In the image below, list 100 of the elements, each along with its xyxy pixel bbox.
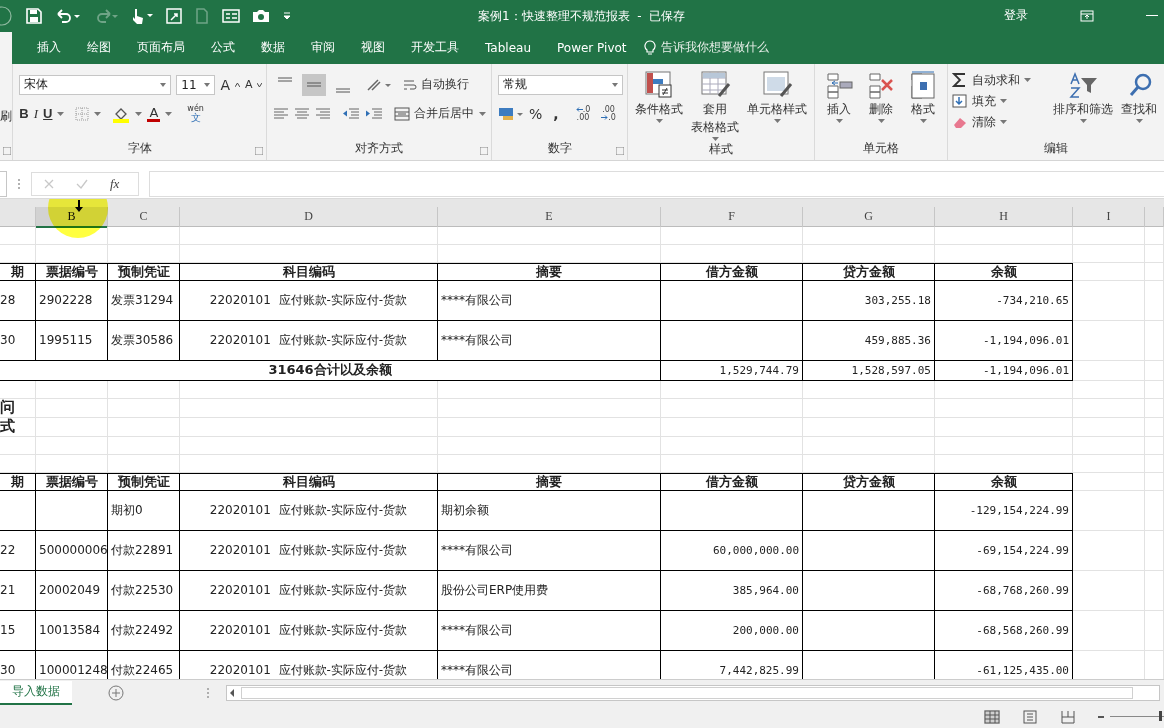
format-cells-icon: [908, 69, 938, 100]
zoom-slider[interactable]: [1098, 709, 1164, 724]
currency-format-icon[interactable]: [498, 105, 524, 122]
group-label: 对齐方式: [355, 139, 404, 157]
customize-dropdown-icon[interactable]: [282, 10, 292, 21]
editing-button[interactable]: 查找和: [1118, 69, 1160, 140]
save-icon[interactable]: [26, 7, 42, 24]
page-layout-icon[interactable]: [1022, 709, 1038, 724]
italic-button[interactable]: I: [33, 107, 39, 121]
text-orientation-icon[interactable]: [366, 77, 393, 92]
number-format-dropdown[interactable]: 常规: [498, 74, 623, 95]
formula-input[interactable]: [149, 170, 1164, 197]
form-icon[interactable]: [222, 7, 240, 24]
tell-me-search[interactable]: 告诉我你想要做什么: [643, 39, 769, 57]
cells-button[interactable]: 格式: [903, 69, 943, 140]
dropdown-arrow-icon[interactable]: [57, 111, 65, 116]
document-icon[interactable]: [194, 7, 210, 24]
table-cell: 200,000.00: [661, 610, 803, 651]
dropdown-arrow-icon: [835, 118, 843, 123]
dialog-launcher-icon[interactable]: [3, 146, 11, 155]
table-cell: ****有限公司: [438, 320, 661, 361]
camera-icon[interactable]: [252, 7, 270, 24]
decrease-font-size-button[interactable]: A: [244, 79, 253, 91]
bold-button[interactable]: B: [19, 107, 29, 121]
empty-cell: [0, 226, 36, 245]
empty-cell: [1073, 530, 1145, 571]
cursor-arrow-icon: [75, 199, 83, 212]
scroll-thumb[interactable]: [241, 686, 1133, 699]
font-name-dropdown[interactable]: 宋体: [19, 74, 172, 95]
increase-decimal-button[interactable]: .0 .00: [575, 105, 591, 122]
enter-check-icon[interactable]: [76, 178, 88, 189]
ribbon-tab[interactable]: 插入: [24, 31, 74, 64]
normal-view-icon[interactable]: [984, 709, 1000, 724]
dropdown-arrow-icon[interactable]: [135, 111, 143, 116]
page-break-preview-icon[interactable]: [1060, 709, 1076, 724]
phonetic-guide-button[interactable]: wén 文: [187, 104, 204, 123]
style-button[interactable]: 条件格式: [632, 69, 686, 141]
align-right-icon[interactable]: [315, 106, 332, 121]
ribbon-tab[interactable]: 审阅: [298, 31, 348, 64]
decrease-indent-icon[interactable]: [342, 106, 361, 121]
ribbon-tab[interactable]: Tableau: [472, 31, 544, 64]
autosave-toggle-icon[interactable]: [0, 5, 14, 26]
table-cell: -734,210.65: [935, 280, 1073, 321]
more-options-icon[interactable]: [17, 177, 21, 190]
font-color-button[interactable]: A: [147, 105, 161, 122]
format-painter-label[interactable]: 刷: [0, 107, 13, 125]
table-cell: -68,768,260.99: [935, 570, 1073, 611]
header-cell: 摘要: [438, 262, 661, 281]
ribbon-tab[interactable]: Power Pivot: [544, 31, 640, 64]
right-arrow-icon: [601, 115, 609, 121]
cells-button[interactable]: 插入: [819, 69, 859, 140]
minimize-icon[interactable]: [1146, 14, 1158, 17]
cells-button[interactable]: 删除: [861, 69, 901, 140]
ribbon-tab[interactable]: 视图: [348, 31, 398, 64]
editing-command[interactable]: 自动求和: [952, 71, 1048, 89]
align-center-icon[interactable]: [294, 106, 311, 121]
decrease-decimal-button[interactable]: .00 .0: [601, 105, 616, 122]
horizontal-scrollbar[interactable]: [226, 684, 1160, 701]
ribbon-tab[interactable]: 数据: [248, 31, 298, 64]
ribbon-display-icon[interactable]: [1080, 9, 1094, 22]
ribbon-tab[interactable]: 开发工具: [398, 31, 472, 64]
font-size-dropdown[interactable]: 11: [176, 74, 216, 95]
ribbon-tab[interactable]: 绘图: [74, 31, 124, 64]
ribbon-tab-edge[interactable]: [0, 31, 12, 64]
dropdown-arrow-icon[interactable]: [94, 111, 102, 116]
empty-cell: [1145, 280, 1164, 321]
add-sheet-icon[interactable]: [108, 684, 124, 701]
dropdown-arrow-icon[interactable]: [479, 111, 487, 116]
dialog-launcher-icon[interactable]: [480, 146, 488, 155]
comma-style-button[interactable]: ,: [547, 106, 565, 121]
empty-cell: [108, 244, 180, 263]
dialog-launcher-icon[interactable]: [616, 146, 624, 155]
underline-button[interactable]: U: [43, 107, 53, 121]
editing-command[interactable]: 填充: [952, 92, 1048, 110]
percent-button[interactable]: %: [529, 106, 543, 121]
dropdown-arrow-icon[interactable]: [165, 111, 173, 116]
style-button[interactable]: 单元格样式: [744, 69, 810, 141]
pivot-table-icon[interactable]: [166, 7, 182, 24]
ribbon-tab[interactable]: 页面布局: [124, 31, 198, 64]
increase-indent-icon[interactable]: [365, 106, 384, 121]
sheet-tab[interactable]: 导入数据: [0, 680, 72, 705]
increase-font-size-button[interactable]: A: [220, 77, 231, 92]
wrap-text-button[interactable]: 自动换行: [403, 76, 470, 94]
undo-icon[interactable]: [54, 7, 80, 24]
align-left-icon[interactable]: [273, 106, 290, 121]
sign-in-button[interactable]: 登录: [1004, 7, 1028, 25]
table-cell: 459,885.36: [803, 320, 935, 361]
insert-function-button[interactable]: fx: [110, 175, 120, 192]
vertical-align-icon[interactable]: [302, 73, 327, 96]
table-cell: 发票31294: [108, 280, 180, 321]
ribbon-tab[interactable]: 公式: [198, 31, 248, 64]
empty-cell: [1073, 490, 1145, 531]
touch-mode-icon[interactable]: [130, 6, 154, 25]
table-cell: 30: [0, 320, 36, 361]
editing-button[interactable]: 排序和筛选: [1050, 69, 1116, 140]
editing-command[interactable]: 清除: [952, 113, 1048, 131]
merge-center-button[interactable]: 合并后居中: [394, 105, 475, 123]
dialog-launcher-icon[interactable]: [255, 146, 264, 155]
style-button[interactable]: 套用 表格格式: [688, 69, 742, 141]
more-options-icon[interactable]: [206, 686, 210, 699]
